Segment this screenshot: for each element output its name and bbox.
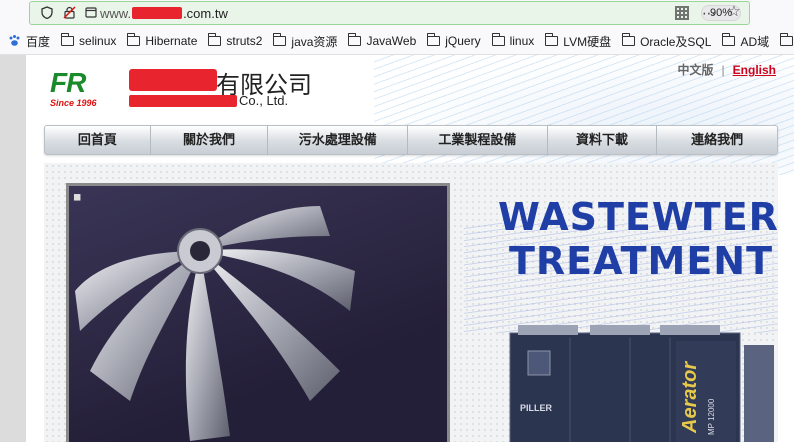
- nav-home[interactable]: 回首頁: [45, 125, 151, 155]
- bookmark-selinux[interactable]: selinux: [61, 33, 116, 48]
- bookmarks-toolbar: 百度 selinux Hibernate struts2 java资源 Java…: [0, 28, 794, 55]
- lang-chinese-link[interactable]: 中文版: [678, 63, 714, 77]
- bookmark-oracle-sql[interactable]: Oracle及SQL: [622, 33, 711, 50]
- machine-brand: PILLER: [520, 403, 553, 413]
- bookmark-star-icon[interactable]: ☆: [727, 4, 741, 19]
- folder-icon: [208, 33, 222, 46]
- logo-text: FR: [50, 67, 86, 98]
- folder-icon: [127, 33, 141, 46]
- site-content: FR Since 1996 有限公司 Co., Ltd. 中文版 | English…: [26, 55, 794, 442]
- redacted-domain: [132, 7, 183, 19]
- shield-icon[interactable]: [40, 6, 54, 20]
- folder-icon: [491, 33, 505, 46]
- language-switcher: 中文版 | English: [678, 61, 776, 78]
- web-page: FR Since 1996 有限公司 Co., Ltd. 中文版 | English…: [0, 55, 794, 442]
- folder-icon: [622, 33, 636, 46]
- bookmark-linux[interactable]: linux: [491, 33, 534, 48]
- hero-banner: ◼ WASTEWTER TREATMENT PILLER Aerator MP …: [44, 163, 778, 442]
- lang-separator: |: [721, 63, 725, 77]
- folder-icon: [545, 33, 559, 46]
- nav-downloads[interactable]: 資料下載: [548, 125, 658, 155]
- hero-title-line1: WASTEWTER: [498, 195, 779, 239]
- company-logo[interactable]: FR Since 1996: [50, 67, 112, 111]
- machine-name: Aerator: [679, 361, 701, 434]
- page-icon[interactable]: [84, 6, 98, 20]
- bookmark-baidu[interactable]: 百度: [8, 33, 50, 50]
- insecure-lock-icon[interactable]: [62, 6, 76, 20]
- redacted-company-name: [129, 69, 217, 91]
- lang-english-link[interactable]: English: [733, 63, 776, 77]
- page-gutter: [0, 55, 26, 442]
- redacted-company-name-en: [129, 95, 237, 107]
- bookmark-hibernate[interactable]: Hibernate: [127, 33, 197, 48]
- bookmark-javaweb[interactable]: JavaWeb: [348, 33, 416, 48]
- qr-code-icon[interactable]: [674, 6, 689, 20]
- folder-icon: [427, 33, 441, 46]
- url-text[interactable]: www. .com.tw: [100, 6, 228, 21]
- folder-icon: [780, 33, 794, 46]
- paw-icon: [8, 34, 22, 48]
- impeller-illustration: [75, 206, 355, 441]
- nav-about[interactable]: 關於我們: [151, 125, 269, 155]
- folder-icon: [722, 33, 736, 46]
- company-name-en: Co., Ltd.: [239, 93, 289, 108]
- folder-icon: [273, 33, 287, 46]
- bookmark-jquery[interactable]: jQuery: [427, 33, 481, 48]
- bookmark-lvm[interactable]: LVM硬盘: [545, 33, 611, 50]
- main-nav: 回首頁 關於我們 污水處理設備 工業製程設備 資料下載 連絡我們: [44, 125, 778, 155]
- nav-industrial-equipment[interactable]: 工業製程設備: [408, 125, 548, 155]
- folder-icon: [61, 33, 75, 46]
- machine-model: MP 12000: [707, 398, 716, 435]
- browser-toolbar: www. .com.tw 90% ⋯ ☆: [0, 0, 794, 28]
- impeller-photo: ◼: [66, 183, 450, 442]
- nav-wastewater-equipment[interactable]: 污水處理設備: [268, 125, 409, 155]
- bookmark-ad-domain[interactable]: AD域: [722, 33, 769, 50]
- nav-contact[interactable]: 連絡我們: [657, 125, 777, 155]
- bookmark-java-resources[interactable]: java资源: [273, 33, 337, 50]
- hero-title-line2: TREATMENT: [509, 239, 774, 283]
- address-bar[interactable]: www. .com.tw 90%: [29, 1, 750, 25]
- bookmark-crawler[interactable]: 爬虫: [780, 33, 794, 50]
- folder-icon: [348, 33, 362, 46]
- aerator-machine-illustration: PILLER Aerator MP 12000: [509, 325, 774, 442]
- logo-since: Since 1996: [50, 98, 97, 108]
- bookmark-struts2[interactable]: struts2: [208, 33, 262, 48]
- page-actions-icon[interactable]: ⋯: [702, 6, 716, 20]
